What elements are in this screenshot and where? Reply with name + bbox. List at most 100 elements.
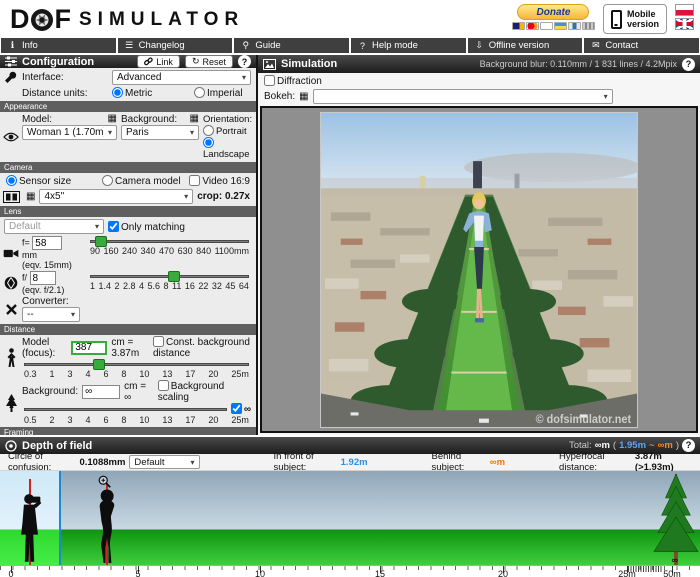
coc-value: 0.1088mm <box>79 457 125 468</box>
tick-label: 340 <box>141 246 156 256</box>
aperture-input[interactable] <box>30 271 56 285</box>
model-silhouette[interactable] <box>95 489 119 565</box>
background-infinity-checkbox[interactable]: ∞ <box>231 403 251 415</box>
lens-section-label: Lens <box>0 206 256 217</box>
tick-label: 17 <box>185 415 195 425</box>
tree-icon <box>5 394 18 412</box>
video-169-checkbox[interactable]: Video 16:9 <box>189 175 250 187</box>
portrait-radio[interactable]: Portrait <box>203 125 252 137</box>
front-of-subject-label: In front of subject: <box>274 451 337 473</box>
sensor-size-select[interactable]: 4x5"▾ <box>39 189 193 204</box>
landscape-radio[interactable]: Landscape <box>203 137 252 160</box>
bokeh-select[interactable]: ▾ <box>313 89 613 104</box>
bokeh-label: Bokeh: <box>264 91 295 102</box>
aperture-slider[interactable] <box>88 271 251 281</box>
nav-item-info[interactable]: ℹInfo <box>1 38 116 53</box>
tick-label: 64 <box>239 281 249 291</box>
tick-label: 6 <box>103 415 108 425</box>
background-grid-icon[interactable]: ▦ <box>190 114 199 125</box>
tick-label: 11 <box>172 281 181 291</box>
model-grid-icon[interactable]: ▦ <box>108 114 117 125</box>
total-near-value: 1.95m <box>619 440 646 451</box>
bokeh-grid-icon[interactable]: ▦ <box>299 92 308 102</box>
diffraction-checkbox[interactable]: Diffraction <box>264 75 322 87</box>
lens-preset-select[interactable]: Default▾ <box>4 219 104 234</box>
background-select[interactable]: Paris▾ <box>121 125 199 140</box>
nav-item-help-mode[interactable]: ?Help mode <box>351 38 466 53</box>
tick-label: 13 <box>162 369 172 379</box>
focal-length-slider[interactable] <box>88 236 251 246</box>
const-background-distance-checkbox[interactable]: Const. background distance <box>153 336 251 359</box>
distance-ruler[interactable]: 0 5 10 15 20 25m 50m <box>0 565 700 577</box>
tick-label: 8 <box>121 415 126 425</box>
model-distance-slider[interactable] <box>22 359 251 369</box>
front-of-subject-value: 1.92m <box>341 457 368 468</box>
logo-text: SIMULATOR <box>79 9 244 31</box>
background-distance-suffix: cm = ∞ <box>124 381 154 403</box>
tick-label: 240 <box>122 246 137 256</box>
background-distance-input[interactable] <box>82 385 120 399</box>
tick-label: 4 <box>85 415 90 425</box>
tick-label: 32 <box>212 281 222 291</box>
focal-prefix: f= <box>22 238 30 248</box>
polish-flag-icon[interactable] <box>675 4 694 16</box>
nav-item-changelog[interactable]: ☰Changelog <box>118 38 233 53</box>
reset-button[interactable]: ↻Reset <box>185 55 233 68</box>
model-distance-slider-handle[interactable] <box>93 359 105 370</box>
configuration-help-button[interactable]: ? <box>238 55 251 68</box>
only-matching-checkbox[interactable]: Only matching <box>108 221 185 233</box>
simulation-canvas[interactable]: © dofsimulator.net <box>260 106 698 433</box>
logo-letter-f: F <box>55 4 71 35</box>
focal-length-input[interactable] <box>32 236 62 250</box>
ruler-label: 25m <box>618 569 636 577</box>
background-tree[interactable] <box>652 473 700 565</box>
tick-label: 4 <box>85 369 90 379</box>
aperture-slider-handle[interactable] <box>168 271 180 282</box>
distance-units-label: Distance units: <box>22 88 108 99</box>
tick-label: 4 <box>139 281 144 291</box>
tick-label: 17 <box>185 369 195 379</box>
coc-select[interactable]: Default▾ <box>129 455 199 469</box>
simulation-title: Simulation <box>281 58 337 70</box>
nav-item-contact[interactable]: ✉Contact <box>584 38 699 53</box>
uk-flag-icon[interactable] <box>675 18 694 30</box>
camera-model-radio[interactable]: Camera model <box>102 175 185 187</box>
simulation-panel: Simulation Background blur: 0.110mm / 1 … <box>258 55 700 435</box>
dof-scene[interactable]: ∞ <box>0 471 700 565</box>
background-scaling-checkbox[interactable]: Background scaling <box>158 380 251 403</box>
background-distance-slider[interactable] <box>22 404 229 414</box>
tick-label: 2 <box>115 281 120 291</box>
focal-length-slider-handle[interactable] <box>95 236 107 247</box>
ruler-label: 0 <box>8 569 13 577</box>
link-button[interactable]: Link <box>137 55 180 68</box>
focal-equivalent: (eqv. 15mm) <box>22 260 88 270</box>
sensor-size-radio[interactable]: Sensor size <box>6 175 98 187</box>
model-select[interactable]: Woman 1 (1.70m)▾ <box>22 125 117 140</box>
film-frame-icon <box>3 191 20 203</box>
sensor-grid-icon[interactable]: ▦ <box>26 192 35 202</box>
metric-radio[interactable]: Metric <box>112 87 190 99</box>
zoom-magnifier-icon[interactable] <box>98 475 112 489</box>
model-focus-input[interactable] <box>71 341 107 355</box>
person-icon <box>6 348 17 368</box>
simulation-help-button[interactable]: ? <box>682 58 695 71</box>
dof-near-limit-line <box>59 471 61 565</box>
donate-button[interactable]: Donate <box>517 4 589 20</box>
logo-letter-d: D <box>10 4 29 35</box>
model-distance-ticks: 0.3134681013172025m <box>22 369 251 379</box>
tick-label: 25m <box>231 369 249 379</box>
interface-select[interactable]: Advanced▾ <box>112 70 251 85</box>
nav-item-offline-version[interactable]: ⇩Offline version <box>468 38 583 53</box>
nav-item-guide[interactable]: ⚲Guide <box>234 38 349 53</box>
converter-select[interactable]: --▾ <box>22 307 80 322</box>
background-label: Background: <box>121 114 177 125</box>
photographer-silhouette[interactable] <box>15 491 45 565</box>
tick-label: 5.6 <box>148 281 161 291</box>
configuration-panel: Configuration Link ↻Reset ? Interface: A… <box>0 55 258 435</box>
x-icon <box>6 304 17 315</box>
aperture-prefix: f/ <box>22 273 27 283</box>
orientation-label: Orientation: <box>203 114 252 125</box>
imperial-radio[interactable]: Imperial <box>194 87 243 99</box>
tick-label: 13 <box>162 415 172 425</box>
mobile-version-button[interactable]: Mobile version <box>603 4 667 34</box>
